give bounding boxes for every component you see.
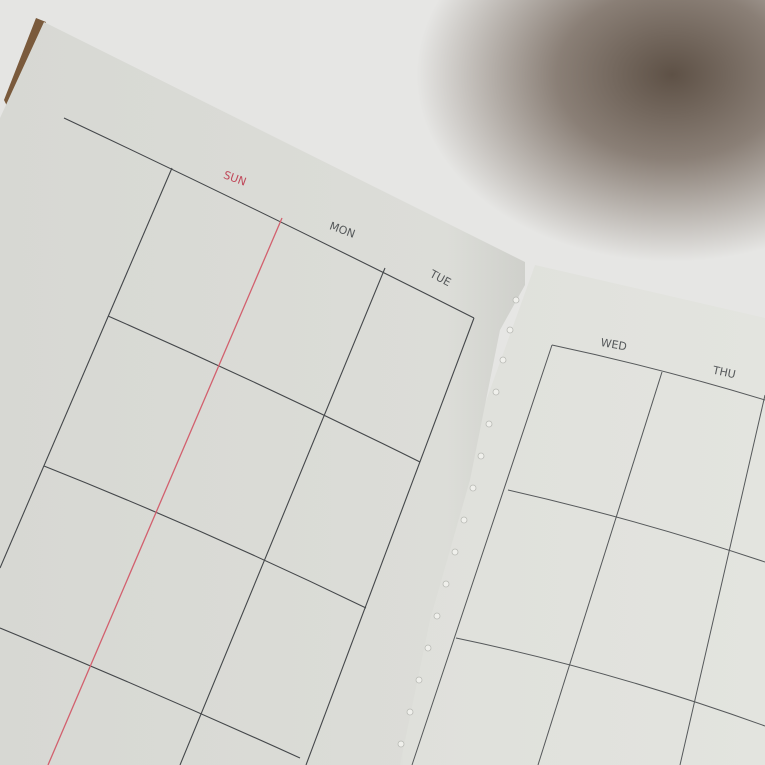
notebook-illustration: SUN MON TUE WED THU — [0, 0, 765, 765]
notebook-photo: SUN MON TUE WED THU — [0, 0, 765, 765]
